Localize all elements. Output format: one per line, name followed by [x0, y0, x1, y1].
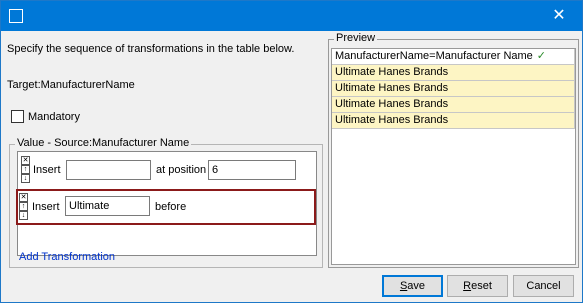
app-icon: [9, 9, 23, 23]
move-down-icon[interactable]: ↓: [19, 211, 28, 220]
remove-icon[interactable]: ✕: [21, 156, 30, 165]
position-input[interactable]: 6: [208, 160, 296, 180]
close-button[interactable]: ✕: [536, 1, 582, 31]
move-down-icon[interactable]: ↓: [21, 174, 30, 183]
preview-row: Ultimate Hanes Brands: [332, 97, 575, 113]
transformations-panel: ✕ ↑ ↓ Insert at position 6 ✕ ↑ ↓ Insert …: [16, 151, 317, 256]
checkmark-icon: ✓: [536, 50, 546, 62]
remove-icon[interactable]: ✕: [19, 193, 28, 202]
action-label: Insert: [32, 201, 60, 213]
move-up-icon[interactable]: ↑: [21, 165, 30, 174]
preview-legend: Preview: [334, 32, 378, 44]
preview-panel: ManufacturerName=Manufacturer Name ✓ Ulti…: [331, 48, 576, 265]
preview-row: Ultimate Hanes Brands: [332, 113, 575, 129]
transformation-row: ✕ ↑ ↓ Insert at position 6: [19, 155, 315, 185]
mandatory-checkbox[interactable]: [11, 110, 24, 123]
target-label: Target:ManufacturerName: [7, 79, 135, 91]
preview-row: Ultimate Hanes Brands: [332, 65, 575, 81]
title-bar: ✕: [1, 1, 582, 31]
row-controls: ✕ ↑ ↓: [21, 156, 31, 183]
save-button[interactable]: Save: [382, 275, 443, 297]
action-label: Insert: [33, 164, 61, 176]
row-controls: ✕ ↑ ↓: [19, 193, 29, 220]
preview-header-row: ManufacturerName=Manufacturer Name ✓: [332, 49, 575, 65]
mandatory-option[interactable]: Mandatory: [11, 110, 80, 123]
dialog-window: ✕ Specify the sequence of transformation…: [0, 0, 583, 303]
add-transformation-link[interactable]: Add Transformation: [19, 251, 115, 263]
reset-button[interactable]: Reset: [447, 275, 508, 297]
instructions-text: Specify the sequence of transformations …: [7, 43, 295, 55]
insert-text-input[interactable]: [66, 160, 151, 180]
move-up-icon[interactable]: ↑: [19, 202, 28, 211]
before-label: before: [155, 201, 187, 213]
position-label: at position: [156, 164, 207, 176]
insert-text-input[interactable]: Ultimate: [65, 196, 150, 216]
cancel-button[interactable]: Cancel: [513, 275, 574, 297]
preview-header-text: ManufacturerName=Manufacturer Name: [335, 50, 533, 62]
preview-row: Ultimate Hanes Brands: [332, 81, 575, 97]
transformation-row-selected: ✕ ↑ ↓ Insert Ultimate before: [16, 189, 316, 225]
mandatory-label: Mandatory: [28, 110, 80, 123]
preview-groupbox: Preview ManufacturerName=Manufacturer Na…: [328, 32, 579, 268]
value-group-legend: Value - Source:Manufacturer Name: [15, 137, 192, 149]
value-groupbox: Value - Source:Manufacturer Name ✕ ↑ ↓ I…: [9, 137, 323, 268]
